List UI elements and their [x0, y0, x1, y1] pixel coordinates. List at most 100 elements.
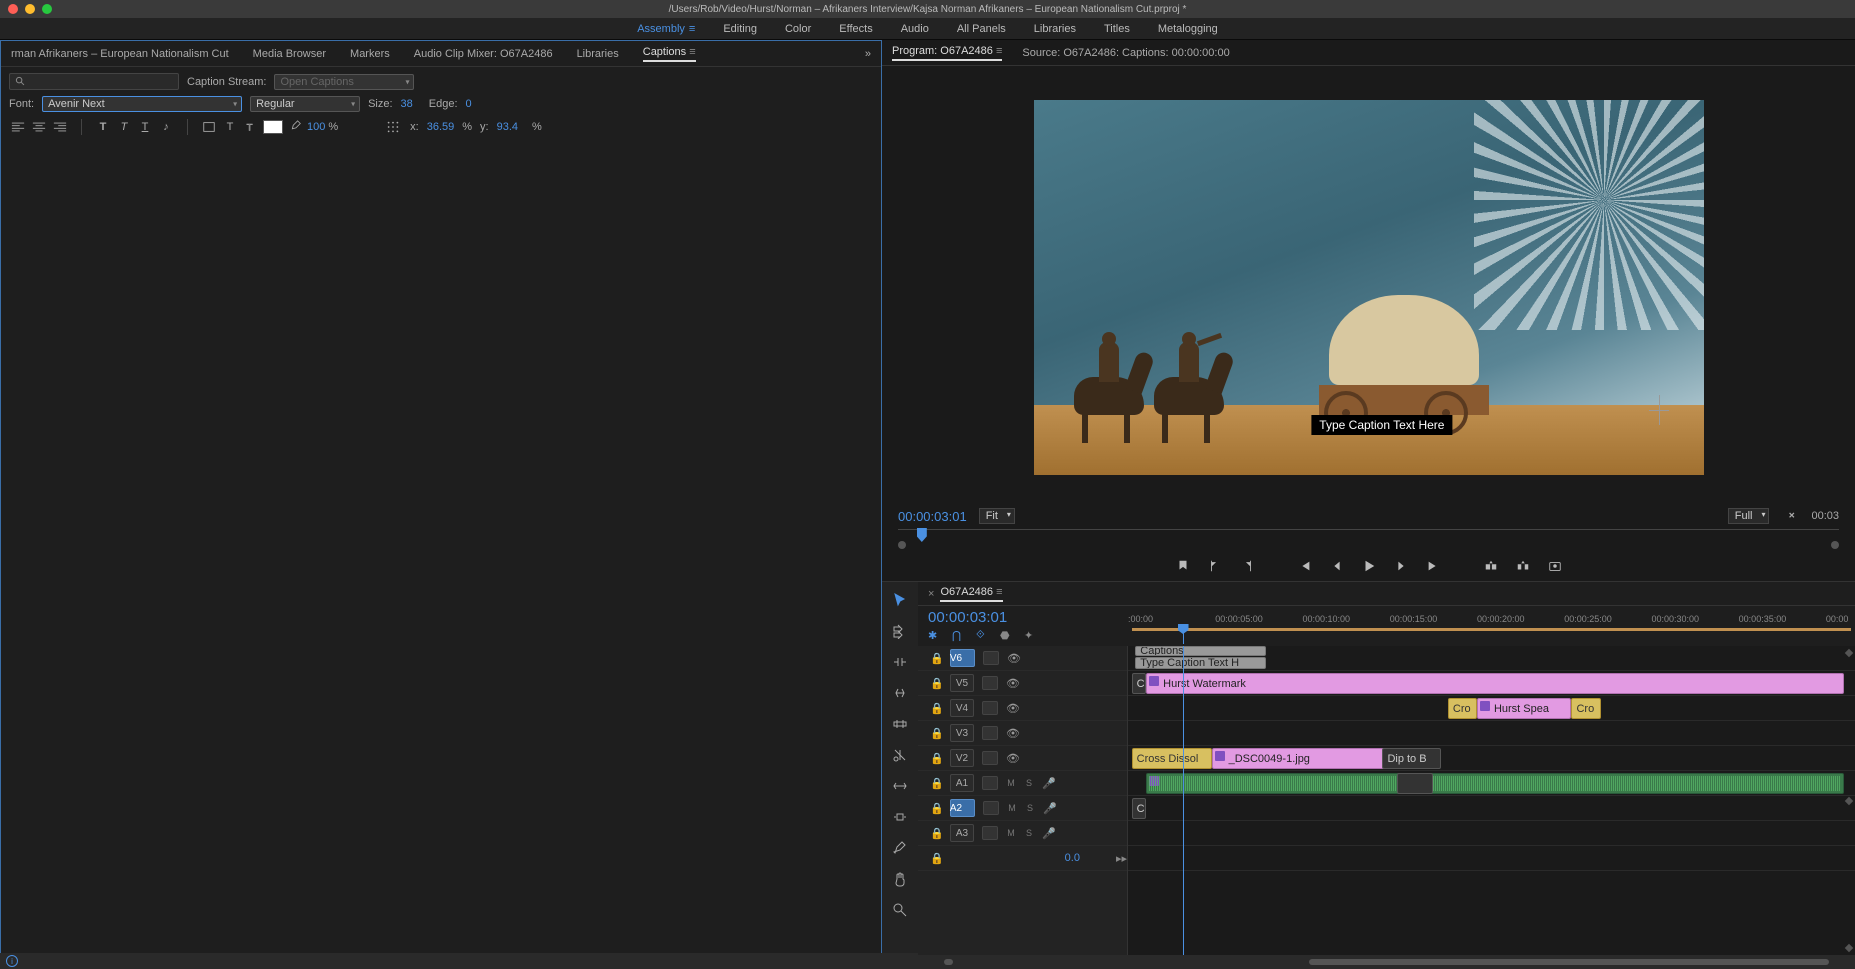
align-left-button[interactable] — [9, 118, 27, 136]
timeline-playhead-line[interactable] — [1183, 646, 1184, 955]
track-header-a1[interactable]: 🔒 A1 M S 🎤 — [918, 771, 1127, 796]
workspace-editing[interactable]: Editing — [723, 23, 757, 35]
track-select-forward-tool[interactable] — [890, 621, 910, 641]
lock-icon[interactable]: 🔒 — [930, 702, 942, 715]
mic-icon[interactable]: 🎤 — [1042, 777, 1056, 790]
sync-lock-toggle[interactable] — [982, 776, 998, 790]
mute-button[interactable]: M — [1006, 778, 1016, 788]
clip-audio-transition[interactable] — [1397, 773, 1433, 794]
workspace-assembly[interactable]: Assembly≡ — [637, 23, 695, 35]
clip-speaker[interactable]: Hurst Spea — [1477, 698, 1572, 719]
selection-tool[interactable] — [890, 590, 910, 610]
sync-lock-toggle[interactable] — [982, 701, 998, 715]
track-header-v4[interactable]: 🔒 V4 👁 — [918, 696, 1127, 721]
workspace-libraries[interactable]: Libraries — [1034, 23, 1076, 35]
linked-selection-icon[interactable]: ⟐ — [976, 629, 990, 643]
mute-button[interactable]: M — [1007, 803, 1017, 813]
step-forward-button[interactable] — [1392, 557, 1410, 575]
caption-stream-select[interactable]: Open Captions▾ — [274, 74, 414, 90]
step-back-button[interactable] — [1328, 557, 1346, 575]
track-header-a3[interactable]: 🔒 A3 M S 🎤 — [918, 821, 1127, 846]
extract-button[interactable] — [1514, 557, 1532, 575]
go-to-out-button[interactable] — [1424, 557, 1442, 575]
overflow-chevron-icon[interactable]: » — [865, 48, 871, 60]
lock-icon[interactable]: 🔒 — [930, 727, 942, 740]
y-value[interactable]: 93.4 — [497, 121, 518, 133]
italic-button[interactable]: T — [115, 118, 133, 136]
position-grid-button[interactable] — [384, 118, 402, 136]
monitor-timecode[interactable]: 00:00:03:01 — [898, 509, 967, 524]
maximize-window-button[interactable] — [42, 4, 52, 14]
caption-position-handle[interactable] — [1649, 395, 1669, 435]
in-point-handle[interactable] — [898, 541, 906, 549]
magnet-icon[interactable]: ⋂ — [952, 629, 966, 643]
lift-button[interactable] — [1482, 557, 1500, 575]
resolution-select[interactable]: Full▾ — [1728, 508, 1770, 524]
tab-captions[interactable]: Captions ≡ — [643, 46, 696, 62]
out-point-handle[interactable] — [1831, 541, 1839, 549]
tab-program-monitor[interactable]: Program: O67A2486 ≡ — [892, 45, 1002, 61]
minimize-window-button[interactable] — [25, 4, 35, 14]
align-right-button[interactable] — [51, 118, 69, 136]
workspace-color[interactable]: Color — [785, 23, 811, 35]
razor-tool[interactable] — [890, 745, 910, 765]
search-input[interactable] — [9, 73, 179, 90]
workspace-allpanels[interactable]: All Panels — [957, 23, 1006, 35]
edge-value[interactable]: 0 — [466, 98, 472, 110]
sync-lock-toggle[interactable] — [983, 651, 999, 665]
monitor-time-ruler[interactable] — [898, 529, 1839, 551]
eye-icon[interactable]: 👁 — [1007, 652, 1021, 665]
mark-in-button[interactable] — [1206, 557, 1224, 575]
track-target-v5[interactable]: V5 — [950, 674, 974, 692]
marker-icon[interactable]: ⬣ — [1000, 629, 1014, 643]
track-target-v3[interactable]: V3 — [950, 724, 974, 742]
sync-lock-toggle[interactable] — [983, 801, 999, 815]
track-header-master[interactable]: 🔒 0.0 ▸▸ — [918, 846, 1127, 871]
ripple-edit-tool[interactable] — [890, 652, 910, 672]
track-target-v4[interactable]: V4 — [950, 699, 974, 717]
eye-icon[interactable]: 👁 — [1006, 702, 1020, 715]
lock-icon[interactable]: 🔒 — [930, 752, 942, 765]
opacity-value[interactable]: 100 — [307, 121, 325, 133]
caption-text-overlay[interactable]: Type Caption Text Here — [1311, 415, 1452, 435]
track-header-v5[interactable]: 🔒 V5 👁 — [918, 671, 1127, 696]
timeline-timecode[interactable]: 00:00:03:01 — [928, 609, 1128, 626]
timeline-ruler[interactable]: :00:00 00:00:05:00 00:00:10:00 00:00:15:… — [1128, 606, 1855, 646]
lock-icon[interactable]: 🔒 — [930, 652, 942, 665]
color-swatch[interactable] — [263, 120, 283, 134]
master-gain[interactable]: 0.0 — [1065, 852, 1080, 864]
solo-button[interactable]: S — [1024, 778, 1034, 788]
workspace-metalogging[interactable]: Metalogging — [1158, 23, 1218, 35]
tab-audio-mixer[interactable]: Audio Clip Mixer: O67A2486 — [414, 48, 553, 60]
timeline-content[interactable]: Captions Type Caption Text H Cr Hurst Wa… — [1128, 646, 1855, 955]
track-target-a1[interactable]: A1 — [950, 774, 974, 792]
sync-lock-toggle[interactable] — [982, 726, 998, 740]
tab-libraries[interactable]: Libraries — [577, 48, 619, 60]
go-to-next-icon[interactable]: ▸▸ — [1116, 852, 1127, 865]
zoom-thumb[interactable] — [944, 959, 953, 965]
clip-watermark[interactable]: Hurst Watermark — [1146, 673, 1844, 694]
solo-button[interactable]: S — [1024, 828, 1034, 838]
slide-tool[interactable] — [890, 807, 910, 827]
eye-icon[interactable]: 👁 — [1006, 677, 1020, 690]
work-area-bar[interactable] — [1132, 628, 1852, 631]
clip-transition[interactable]: Cro — [1571, 698, 1600, 719]
eye-icon[interactable]: 👁 — [1006, 752, 1020, 765]
eyedropper-button[interactable] — [286, 118, 304, 136]
rolling-edit-tool[interactable] — [890, 683, 910, 703]
track-target-v2[interactable]: V2 — [950, 749, 974, 767]
monitor-playhead[interactable] — [917, 528, 927, 542]
track-target-v6[interactable]: V6 — [950, 649, 975, 667]
vertical-scroll[interactable] — [1843, 646, 1855, 955]
track-target-a3[interactable]: A3 — [950, 824, 974, 842]
lock-icon[interactable]: 🔒 — [930, 827, 942, 840]
track-header-a2[interactable]: 🔒 A2 M S 🎤 — [918, 796, 1127, 821]
workspace-audio[interactable]: Audio — [901, 23, 929, 35]
h-scroll-thumb[interactable] — [1309, 959, 1829, 965]
pen-tool[interactable] — [890, 838, 910, 858]
sync-lock-toggle[interactable] — [982, 751, 998, 765]
lock-icon[interactable]: 🔒 — [930, 852, 942, 865]
track-header-v3[interactable]: 🔒 V3 👁 — [918, 721, 1127, 746]
mic-icon[interactable]: 🎤 — [1042, 827, 1056, 840]
zoom-tool[interactable] — [890, 900, 910, 920]
